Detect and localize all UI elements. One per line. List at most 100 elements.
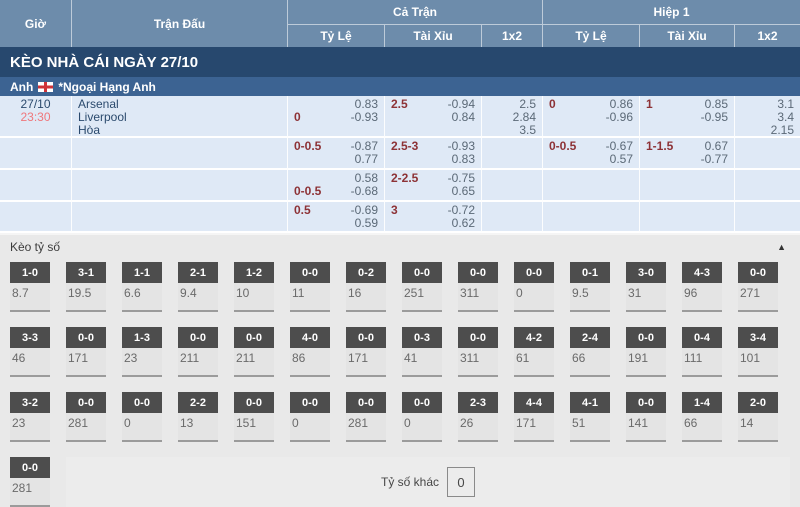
ft-1x2-cell: 2.52.843.5 [482, 96, 543, 138]
score-row: 3-3460-01711-3230-02110-02114-0860-01710… [10, 327, 800, 377]
odds-value[interactable]: 0.65 [452, 185, 475, 198]
score-label[interactable]: 0-0 [10, 457, 50, 478]
match-time-cell: 27/10 23:30 [0, 96, 72, 138]
score-label[interactable]: 2-3 [458, 392, 498, 413]
odds-value[interactable]: -0.77 [701, 153, 728, 166]
score-label[interactable]: 2-0 [738, 392, 778, 413]
odds-line: 0 -0.93 [294, 111, 378, 124]
score-label[interactable]: 0-3 [402, 327, 442, 348]
odds-line: 3.5 [488, 124, 536, 137]
odds-value[interactable]: 0.59 [355, 217, 378, 230]
score-label[interactable]: 0-0 [346, 327, 386, 348]
score-label[interactable]: 3-2 [10, 392, 50, 413]
odds-value[interactable]: 2.15 [771, 124, 794, 137]
score-label[interactable]: 0-0 [458, 327, 498, 348]
score-label[interactable]: 3-3 [10, 327, 50, 348]
score-label[interactable]: 0-2 [346, 262, 386, 283]
score-cell: 0-0311 [458, 262, 498, 312]
score-cell: 0-0191 [626, 327, 666, 377]
score-label[interactable]: 3-0 [626, 262, 666, 283]
handicap-value: 0 [294, 111, 301, 124]
h1-1x2-cell [735, 202, 800, 233]
score-cell: 0-00 [122, 392, 162, 442]
score-odds: 19.5 [66, 283, 106, 312]
score-label[interactable]: 0-0 [234, 327, 274, 348]
odds-value[interactable]: 0.83 [452, 153, 475, 166]
score-label[interactable]: 0-0 [234, 392, 274, 413]
score-odds: 16 [346, 283, 386, 312]
score-label[interactable]: 0-0 [66, 392, 106, 413]
score-cell: 2-19.4 [178, 262, 218, 312]
collapse-arrow-icon[interactable]: ▲ [777, 242, 786, 252]
score-label[interactable]: 4-0 [290, 327, 330, 348]
score-label[interactable]: 4-4 [514, 392, 554, 413]
odds-value[interactable]: -0.68 [351, 185, 378, 198]
score-label[interactable]: 0-0 [178, 327, 218, 348]
odds-value[interactable]: 0.57 [610, 153, 633, 166]
away-team[interactable]: Liverpool [78, 111, 281, 124]
score-odds: 26 [458, 413, 498, 442]
odds-value[interactable]: -0.95 [701, 111, 728, 124]
score-odds: 281 [10, 478, 50, 507]
score-label[interactable]: 0-0 [738, 262, 778, 283]
score-odds: 6.6 [122, 283, 162, 312]
score-label[interactable]: 2-2 [178, 392, 218, 413]
league-country: Anh [10, 80, 33, 94]
score-label[interactable]: 0-0 [458, 262, 498, 283]
score-label[interactable]: 0-4 [682, 327, 722, 348]
score-label[interactable]: 4-2 [514, 327, 554, 348]
score-label[interactable]: 1-4 [682, 392, 722, 413]
odds-value[interactable]: 0.77 [355, 153, 378, 166]
score-cell: 3-031 [626, 262, 666, 312]
ft-1x2-cell [482, 138, 543, 170]
score-label[interactable]: 4-3 [682, 262, 722, 283]
odds-line: -0.96 [549, 111, 633, 124]
ft-overunder-cell: 2.5-0.940.84 [385, 96, 482, 138]
score-label[interactable]: 0-0 [290, 392, 330, 413]
odds-line: 0.84 [391, 111, 475, 124]
score-label[interactable]: 0-0 [626, 392, 666, 413]
score-label[interactable]: 3-4 [738, 327, 778, 348]
odds-line: 2.15 [741, 124, 794, 137]
handicap-value: 2-2.5 [391, 172, 418, 185]
score-label[interactable]: 0-1 [570, 262, 610, 283]
correct-score-title: Kèo tỷ số [10, 240, 60, 254]
score-label[interactable]: 4-1 [570, 392, 610, 413]
score-cell: 0-0271 [738, 262, 778, 312]
score-label[interactable]: 1-3 [122, 327, 162, 348]
match-time-cell [0, 170, 72, 202]
score-odds: 141 [626, 413, 666, 442]
score-label[interactable]: 0-0 [626, 327, 666, 348]
score-cell: 1-08.7 [10, 262, 50, 312]
odds-value[interactable]: 3.5 [519, 124, 536, 137]
handicap-value: 2.5 [391, 98, 408, 111]
score-label[interactable]: 0-0 [402, 262, 442, 283]
score-label[interactable]: 0-0 [346, 392, 386, 413]
score-label[interactable]: 3-1 [66, 262, 106, 283]
odds-value[interactable]: 0.84 [452, 111, 475, 124]
score-cell: 2-466 [570, 327, 610, 377]
score-label[interactable]: 0-0 [66, 327, 106, 348]
match-teams-cell [72, 138, 288, 170]
score-odds: 8.7 [10, 283, 50, 312]
ft-handicap-cell: 0.830-0.93 [288, 96, 385, 138]
score-label[interactable]: 0-0 [402, 392, 442, 413]
score-label[interactable]: 1-2 [234, 262, 274, 283]
score-label[interactable]: 0-0 [122, 392, 162, 413]
score-odds: 111 [682, 348, 722, 377]
score-label[interactable]: 0-0 [290, 262, 330, 283]
other-score-input[interactable] [447, 467, 475, 497]
score-label[interactable]: 0-0 [514, 262, 554, 283]
odds-value[interactable]: -0.96 [606, 111, 633, 124]
odds-value[interactable]: 0.62 [452, 217, 475, 230]
odds-line: 0-0.5-0.68 [294, 185, 378, 198]
score-label[interactable]: 1-0 [10, 262, 50, 283]
score-label[interactable]: 2-4 [570, 327, 610, 348]
score-label[interactable]: 2-1 [178, 262, 218, 283]
score-cell: 0-00 [290, 392, 330, 442]
odds-line: 0.83 [391, 153, 475, 166]
score-odds: 23 [122, 348, 162, 377]
column-header-match: Trận Đấu [72, 0, 288, 47]
score-label[interactable]: 1-1 [122, 262, 162, 283]
odds-value[interactable]: -0.93 [351, 111, 378, 124]
